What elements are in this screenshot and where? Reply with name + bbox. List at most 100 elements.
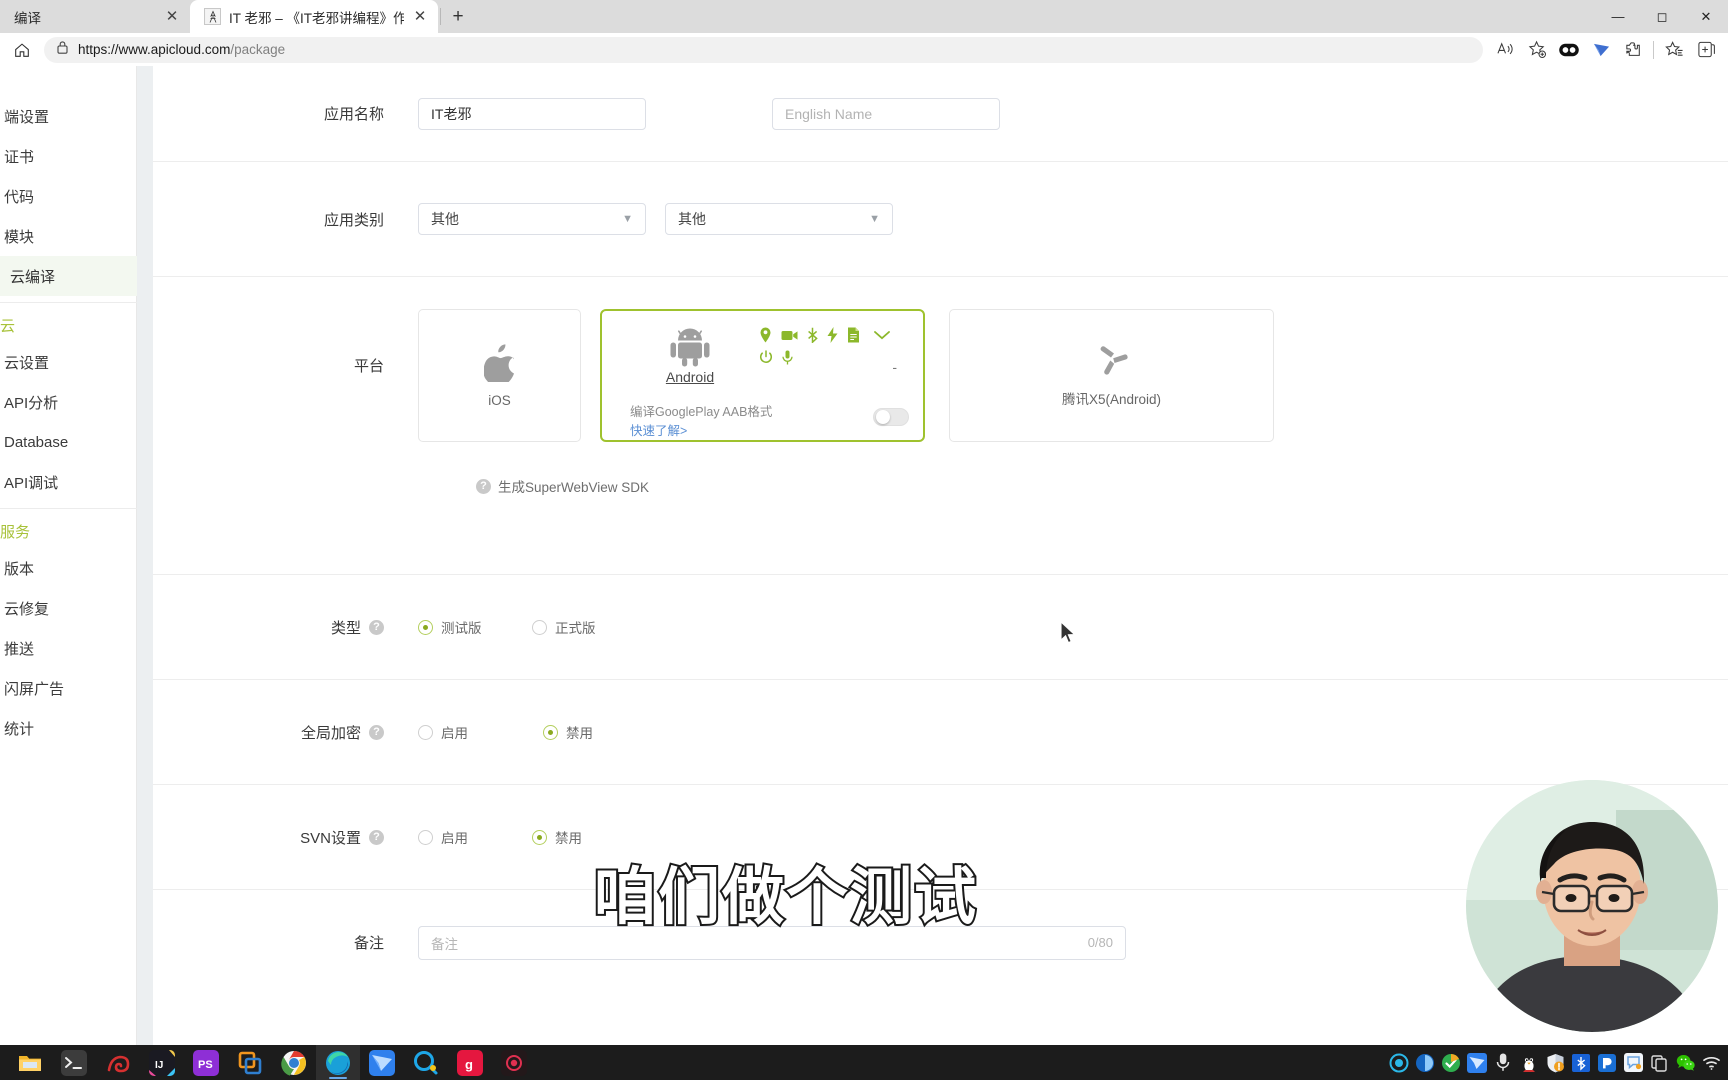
- location-icon[interactable]: [759, 327, 772, 343]
- close-icon[interactable]: ✕: [412, 9, 428, 25]
- svg-text:IJ: IJ: [155, 1060, 163, 1071]
- app-category-secondary-select[interactable]: 其他 ▼: [665, 203, 893, 235]
- sidebar-item-mokuai[interactable]: 模块: [4, 216, 136, 256]
- aab-format-toggle[interactable]: [873, 408, 909, 426]
- home-icon[interactable]: [6, 36, 38, 64]
- label-text: 应用类别: [323, 211, 384, 229]
- help-icon[interactable]: ?: [476, 478, 491, 494]
- taskbar-qq-browser-icon[interactable]: [404, 1045, 448, 1080]
- file-icon[interactable]: [847, 327, 860, 343]
- help-icon[interactable]: ?: [369, 619, 384, 635]
- wechat-icon[interactable]: [1672, 1045, 1698, 1080]
- sidebar-item-api-fenxi[interactable]: API分析: [4, 382, 136, 422]
- dingtalk-icon[interactable]: [1594, 1045, 1620, 1080]
- help-icon[interactable]: ?: [369, 829, 384, 845]
- sidebar-item-zhengshu[interactable]: 证书: [4, 136, 136, 176]
- screen-recorder-icon[interactable]: [1386, 1045, 1412, 1080]
- security-icon[interactable]: [1412, 1045, 1438, 1080]
- sidebar-item-api-tiaoshi[interactable]: API调试: [4, 462, 136, 502]
- app-name-label: 应用名称: [153, 103, 418, 124]
- sidebar-item-yunxiufu[interactable]: 云修复: [4, 588, 136, 628]
- app-category-primary-select[interactable]: 其他 ▼: [418, 203, 646, 235]
- sidebar-item-duanshezhi[interactable]: 端设置: [4, 96, 136, 136]
- chevron-down-icon[interactable]: [873, 329, 891, 341]
- taskbar-google-chrome-icon[interactable]: [272, 1045, 316, 1080]
- address-bar[interactable]: https://www.apicloud.com/package: [44, 36, 1483, 63]
- add-favorite-icon[interactable]: [1521, 36, 1553, 64]
- collections-icon[interactable]: [1690, 36, 1722, 64]
- sidebar-item-yunbianyi[interactable]: 云编译: [0, 256, 137, 296]
- radio-indicator: [543, 724, 558, 740]
- video-camera-icon[interactable]: [781, 329, 798, 342]
- taskbar-vmware-icon[interactable]: [228, 1045, 272, 1080]
- bluetooth-icon[interactable]: [1568, 1045, 1594, 1080]
- close-icon[interactable]: ✕: [164, 9, 180, 25]
- android-learn-more-link[interactable]: 快速了解>: [630, 420, 687, 439]
- row-app-category: 应用类别 其他 ▼ 其他 ▼: [153, 162, 1728, 277]
- maximize-button[interactable]: ◻: [1640, 0, 1684, 33]
- foxmail-icon[interactable]: [1464, 1045, 1490, 1080]
- taskbar-terminal-icon[interactable]: [52, 1045, 96, 1080]
- taskbar-intellij-idea-icon[interactable]: IJ: [140, 1045, 184, 1080]
- sidebar-item-tuisong[interactable]: 推送: [4, 628, 136, 668]
- url-origin: https://www.: [78, 42, 151, 57]
- bluetooth-icon[interactable]: [807, 327, 818, 343]
- platform-card-ios[interactable]: iOS: [418, 309, 581, 442]
- microphone-icon[interactable]: [782, 350, 793, 365]
- extension-foxmail-icon[interactable]: [1585, 36, 1617, 64]
- favorites-icon[interactable]: [1658, 36, 1690, 64]
- help-icon[interactable]: ?: [369, 724, 384, 740]
- sidebar-group-title: 云: [0, 318, 16, 335]
- svn-settings-label: SVN设置 ?: [153, 827, 418, 848]
- taskbar-snail-app-icon[interactable]: [96, 1045, 140, 1080]
- qq-penguin-icon[interactable]: [1516, 1045, 1542, 1080]
- sidebar-item-database[interactable]: Database: [4, 422, 136, 462]
- copy-icon[interactable]: [1646, 1045, 1672, 1080]
- sidebar: 端设置 证书 代码 模块 云编译 云 云设置 API分析 Database AP…: [0, 66, 137, 1080]
- sidebar-item-daima[interactable]: 代码: [4, 176, 136, 216]
- type-option-release[interactable]: 正式版: [532, 617, 596, 637]
- chat-icon[interactable]: [1620, 1045, 1646, 1080]
- minimize-button[interactable]: —: [1596, 0, 1640, 33]
- extension-dark-reader-icon[interactable]: [1553, 36, 1585, 64]
- power-icon[interactable]: [759, 350, 773, 365]
- browser-tab-active[interactable]: IT 老邪 – 《IT老邪讲编程》作者、 ✕: [190, 0, 438, 33]
- app-name-english-input[interactable]: English Name: [772, 97, 1000, 130]
- sidebar-item-label: API分析: [4, 394, 59, 412]
- sidebar-item-shanping-guanggao[interactable]: 闪屏广告: [4, 668, 136, 708]
- platform-name[interactable]: Android: [630, 369, 750, 385]
- taskbar-photoshop-icon[interactable]: PS: [184, 1045, 228, 1080]
- platform-card-android[interactable]: Android - 编译GooglePlay AAB格式 快速了解>: [600, 309, 925, 442]
- svn-option-enable[interactable]: 启用: [418, 827, 532, 847]
- read-aloud-icon[interactable]: [1489, 36, 1521, 64]
- android-dash-placeholder: -: [892, 359, 897, 375]
- android-icon: [630, 327, 750, 367]
- sidebar-item-tongji[interactable]: 统计: [4, 708, 136, 748]
- browser-tab-inactive[interactable]: 编译 ✕: [0, 0, 190, 33]
- new-tab-button[interactable]: +: [443, 2, 473, 32]
- taskbar-microsoft-edge-icon[interactable]: [316, 1045, 360, 1080]
- global-encrypt-option-disable[interactable]: 禁用: [543, 722, 593, 742]
- browser-toolbar: https://www.apicloud.com/package: [0, 33, 1728, 66]
- sidebar-item-banben[interactable]: 版本: [4, 548, 136, 588]
- mouse-pointer: [1060, 620, 1077, 650]
- feature-row-1: [759, 327, 909, 343]
- taskbar-recorder-icon[interactable]: [492, 1045, 536, 1080]
- microphone-icon[interactable]: [1490, 1045, 1516, 1080]
- taskbar-file-explorer-icon[interactable]: [8, 1045, 52, 1080]
- shield-warning-icon[interactable]: [1542, 1045, 1568, 1080]
- flash-icon[interactable]: [827, 327, 838, 343]
- global-encrypt-option-enable[interactable]: 启用: [418, 722, 543, 742]
- taskbar-foxmail-icon[interactable]: [360, 1045, 404, 1080]
- sidebar-item-yunshezhi[interactable]: 云设置: [4, 342, 136, 382]
- 360-icon[interactable]: [1438, 1045, 1464, 1080]
- platform-card-tencent-x5[interactable]: 腾讯X5(Android): [949, 309, 1274, 442]
- svn-option-disable[interactable]: 禁用: [532, 827, 582, 847]
- taskbar-youdao-icon[interactable]: g: [448, 1045, 492, 1080]
- app-name-input[interactable]: IT老邪: [418, 97, 646, 130]
- type-option-beta[interactable]: 测试版: [418, 617, 532, 637]
- close-window-button[interactable]: ✕: [1684, 0, 1728, 33]
- extensions-puzzle-icon[interactable]: [1617, 36, 1649, 64]
- url-text: https://www.apicloud.com/package: [78, 42, 285, 57]
- wifi-icon[interactable]: [1698, 1045, 1724, 1080]
